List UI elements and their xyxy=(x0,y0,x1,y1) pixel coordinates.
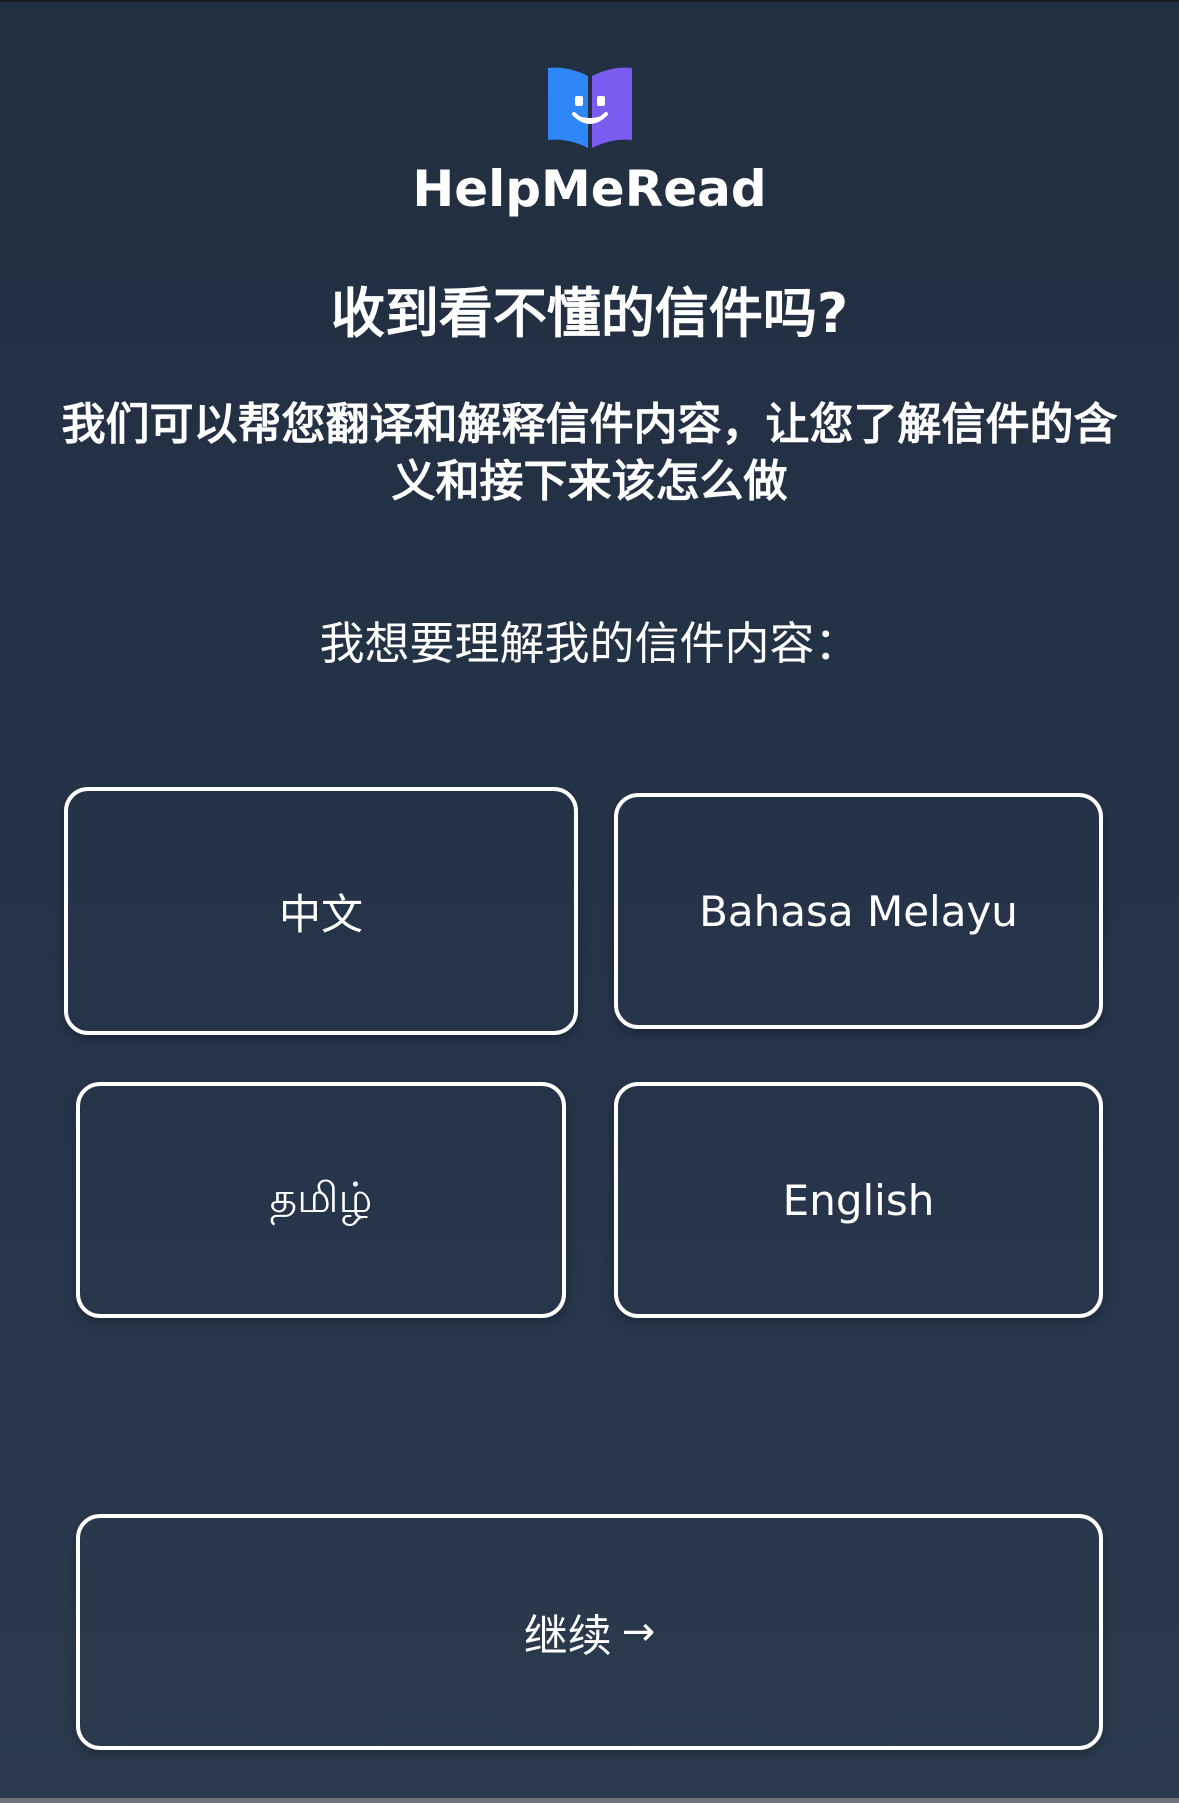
language-option-tamil[interactable]: தமிழ் xyxy=(76,1082,566,1318)
continue-label: 继续 xyxy=(523,1611,612,1662)
language-option-label: Bahasa Melayu xyxy=(699,886,1018,936)
language-option-label: தமிழ் xyxy=(269,1172,373,1222)
bottom-divider xyxy=(0,1798,1179,1803)
language-option-malay[interactable]: Bahasa Melayu xyxy=(614,793,1103,1029)
language-option-english[interactable]: English xyxy=(614,1082,1103,1318)
open-book-smile-icon xyxy=(548,67,632,148)
top-divider xyxy=(0,0,1179,2)
language-option-label: English xyxy=(782,1175,935,1225)
arrow-right-icon: → xyxy=(621,1609,656,1655)
brand-name: HelpMeRead xyxy=(412,160,767,218)
continue-button[interactable]: 继续 → xyxy=(76,1514,1103,1750)
language-option-label: 中文 xyxy=(278,889,363,939)
page-subtitle: 我们可以帮您翻译和解释信件内容，让您了解信件的含义和接下来该怎么做 xyxy=(61,399,1118,507)
language-prompt: 我想要理解我的信件内容： xyxy=(319,617,860,670)
language-option-chinese[interactable]: 中文 xyxy=(64,787,578,1035)
page-title: 收到看不懂的信件吗? xyxy=(330,282,849,345)
